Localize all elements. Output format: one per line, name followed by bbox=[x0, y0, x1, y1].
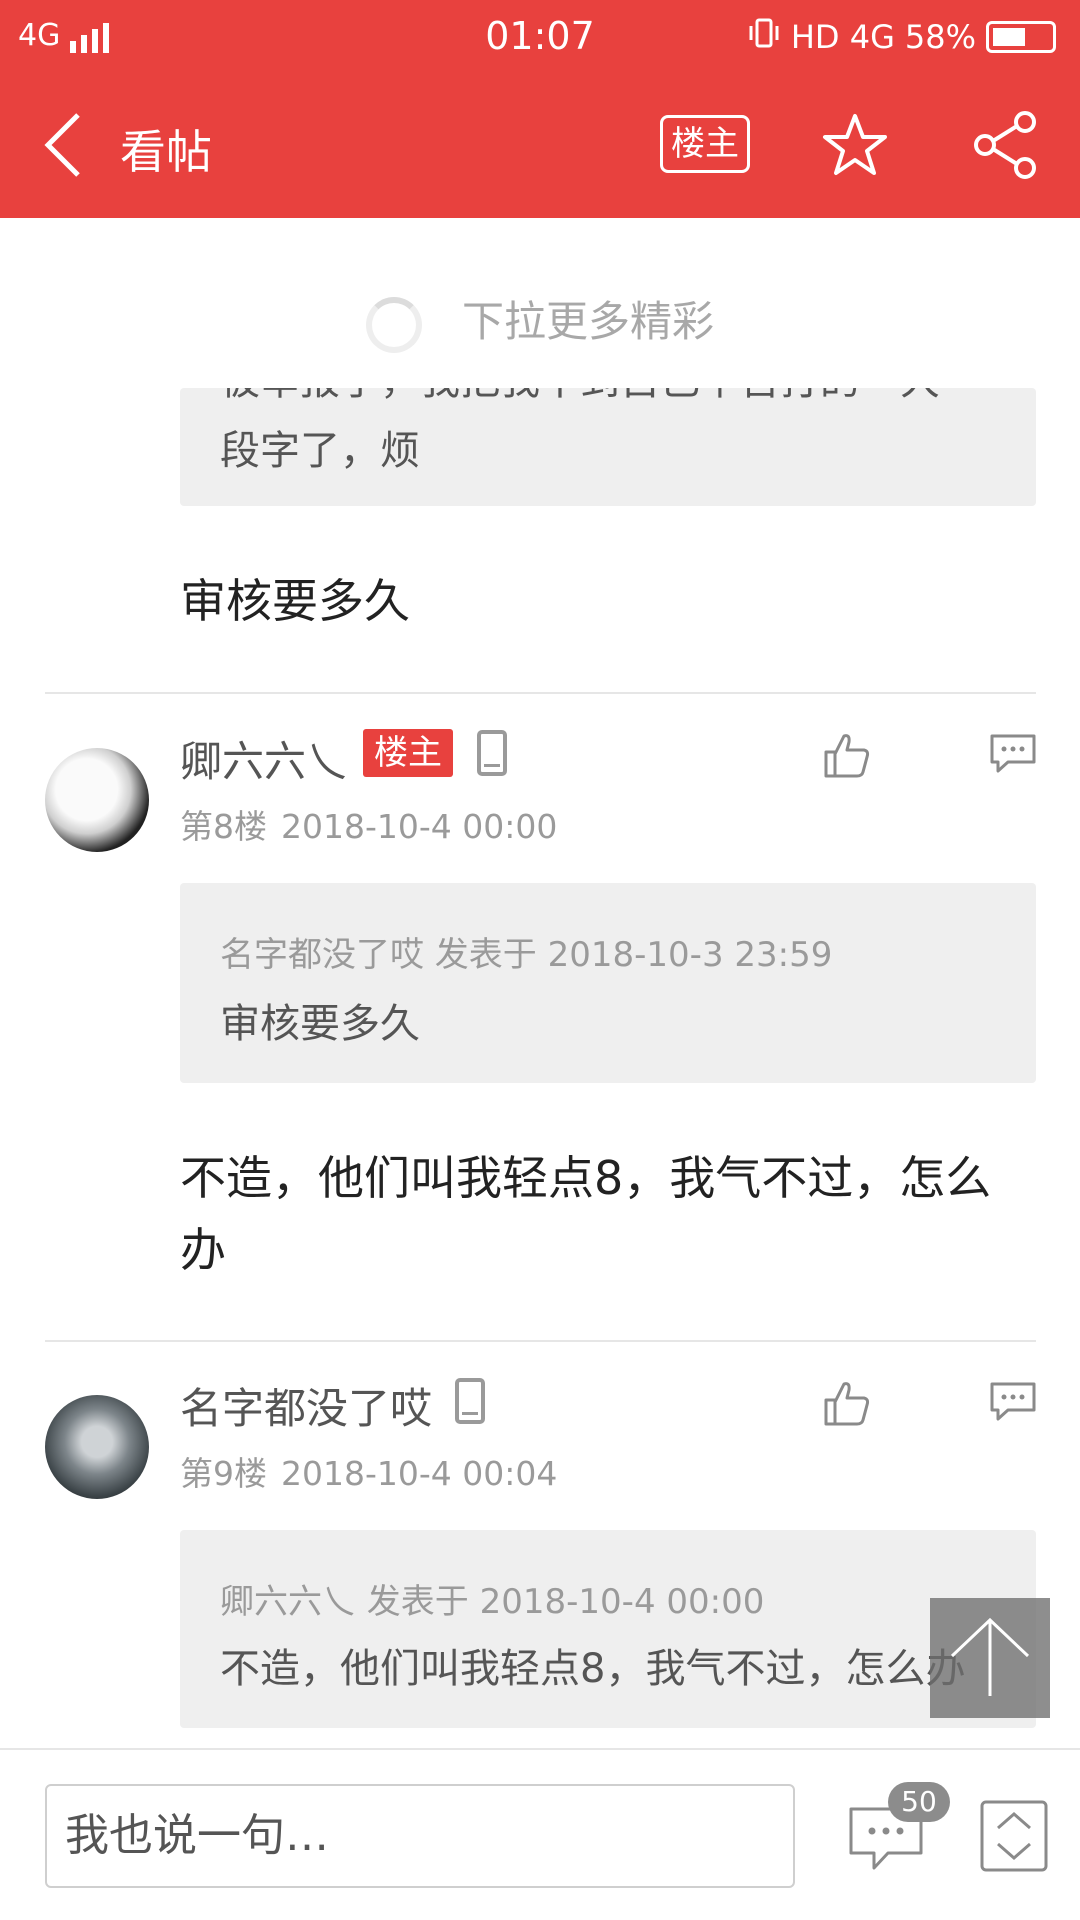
page-title: 看帖 bbox=[120, 125, 212, 179]
quote-meta: 卿六六乀 发表于 2018-10-4 00:00 bbox=[220, 1582, 765, 1622]
quote-block: 卿六六乀 发表于 2018-10-4 00:00 不造，他们叫我轻点8，我气不过… bbox=[180, 1530, 1036, 1728]
pull-to-refresh: 下拉更多精彩 bbox=[0, 288, 1080, 353]
quote-meta: 名字都没了哎 发表于 2018-10-3 23:59 bbox=[220, 935, 833, 975]
thumbs-up-icon[interactable] bbox=[822, 1378, 872, 1428]
quote-block: 被举报了，我把我不到自己辛苦打的一大 段字了，烦 bbox=[180, 388, 1036, 506]
network-indicators: HD 4G bbox=[790, 18, 895, 56]
comment-bubble-icon[interactable] bbox=[988, 732, 1038, 776]
quote-block: 名字都没了哎 发表于 2018-10-3 23:59 审核要多久 bbox=[180, 883, 1036, 1083]
comment-bubble-icon[interactable] bbox=[988, 1380, 1038, 1424]
floor-number: 第8楼 bbox=[180, 807, 267, 846]
battery-level bbox=[993, 28, 1026, 46]
page-jump-icon[interactable] bbox=[980, 1800, 1048, 1872]
vibrate-icon bbox=[747, 16, 781, 58]
top-navigation-bar: 看帖 楼主 bbox=[0, 72, 1080, 218]
floor-and-date: 第8楼 2018-10-4 00:00 bbox=[180, 800, 557, 848]
quote-text: 段字了，烦 bbox=[220, 428, 420, 474]
pull-refresh-text: 下拉更多精彩 bbox=[461, 297, 714, 346]
comment-input[interactable]: 我也说一句… bbox=[45, 1784, 795, 1888]
bottom-bar: 我也说一句… 50 bbox=[0, 1748, 1080, 1920]
post-content: 不造，他们叫我轻点8，我气不过，怎么办 bbox=[180, 1151, 992, 1277]
quote-text: 不造，他们叫我轻点8，我气不过，怎么办 bbox=[220, 1646, 966, 1692]
divider bbox=[45, 1340, 1036, 1342]
op-badge: 楼主 bbox=[363, 729, 453, 777]
quote-text-cut: 被举报了，我把我不到自己辛苦打的一大 bbox=[220, 388, 940, 406]
mobile-phone-icon bbox=[477, 730, 507, 776]
floor-number: 第9楼 bbox=[180, 1454, 267, 1493]
thumbs-up-icon[interactable] bbox=[822, 730, 872, 780]
loading-spinner-icon bbox=[365, 296, 422, 353]
quote-text: 审核要多久 bbox=[220, 1001, 420, 1047]
post-content: 审核要多久 bbox=[180, 574, 410, 628]
mobile-phone-icon bbox=[455, 1378, 485, 1424]
avatar[interactable] bbox=[45, 748, 149, 852]
star-icon[interactable] bbox=[820, 110, 890, 180]
share-icon[interactable] bbox=[970, 110, 1040, 180]
scroll-to-top-button[interactable] bbox=[930, 1598, 1050, 1718]
avatar[interactable] bbox=[45, 1395, 149, 1499]
username[interactable]: 名字都没了哎 bbox=[180, 1375, 432, 1436]
post-date: 2018-10-4 00:00 bbox=[281, 807, 558, 846]
username[interactable]: 卿六六乀 bbox=[180, 728, 348, 789]
post-date: 2018-10-4 00:04 bbox=[281, 1454, 558, 1493]
status-right: HD 4G 58% bbox=[747, 16, 1056, 58]
battery-percent: 58% bbox=[904, 18, 976, 56]
battery-icon bbox=[986, 21, 1056, 53]
divider bbox=[45, 692, 1036, 694]
only-op-button[interactable]: 楼主 bbox=[660, 115, 750, 173]
arrow-up-icon bbox=[950, 1617, 1030, 1696]
back-chevron-icon[interactable] bbox=[40, 110, 90, 180]
floor-and-date: 第9楼 2018-10-4 00:04 bbox=[180, 1447, 557, 1495]
status-bar: 4G 01:07 HD 4G 58% bbox=[0, 0, 1080, 72]
comment-count-badge: 50 bbox=[888, 1782, 950, 1822]
